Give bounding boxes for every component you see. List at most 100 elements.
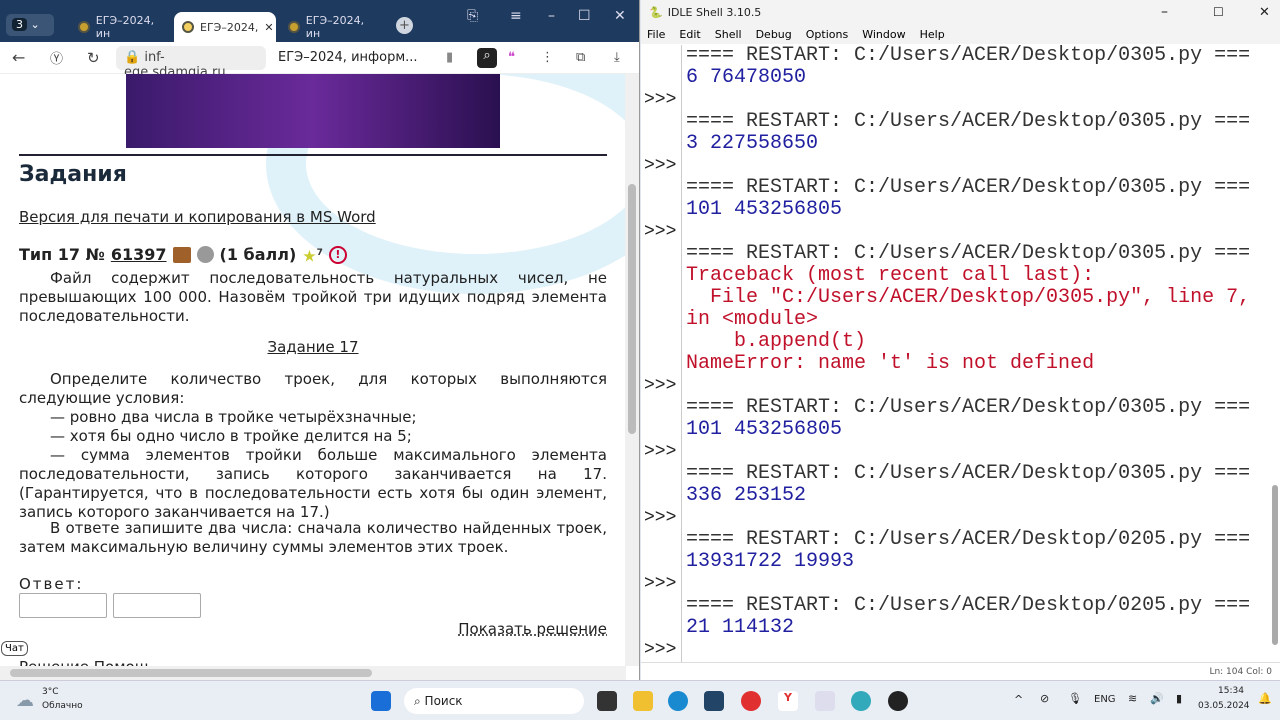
task-intro: Файл содержит последовательность натурал… (19, 269, 607, 325)
shell-line: ==== RESTART: C:/Users/ACER/Desktop/0305… (641, 397, 1269, 419)
download-icon[interactable]: ⤓ (614, 50, 620, 65)
new-tab-button[interactable]: + (396, 17, 413, 34)
clock-time[interactable]: 15:34 (1218, 686, 1244, 696)
task-condition: — хотя бы одно число в тройке делится на… (50, 427, 412, 445)
minimize-button[interactable]: – (1161, 4, 1168, 20)
menu-options[interactable]: Options (806, 28, 848, 41)
prompt: >>> (644, 442, 677, 462)
file-explorer-icon[interactable] (633, 691, 653, 711)
report-error-icon[interactable]: ! (328, 245, 347, 264)
vertical-scrollbar[interactable] (625, 74, 639, 666)
menu-debug[interactable]: Debug (756, 28, 792, 41)
back-icon[interactable]: ← (12, 48, 25, 67)
yandex-browser-icon[interactable] (741, 691, 761, 711)
shell-line: 101 453256805 (641, 419, 1269, 441)
globe-icon[interactable] (851, 691, 871, 711)
line-text: ==== RESTART: C:/Users/ACER/Desktop/0205… (686, 594, 1251, 617)
banner-image[interactable] (126, 74, 500, 148)
task-header: Тип 17 № 61397 (1 балл) ★7 ! (19, 244, 607, 265)
line-text: 21 114132 (686, 616, 795, 639)
shell-line: 13931722 19993 (641, 551, 1269, 573)
star-icon[interactable]: ★7 (302, 244, 323, 265)
shell-line: >>> (641, 155, 1269, 177)
horizontal-scrollbar[interactable] (0, 666, 626, 680)
shell-line: ==== RESTART: C:/Users/ACER/Desktop/0305… (641, 111, 1269, 133)
weather-cloud-icon[interactable]: ☁ (16, 690, 34, 711)
tray-chevron-icon[interactable]: ^ (1014, 693, 1023, 706)
notification-bell-icon[interactable]: 🔔 (1258, 692, 1272, 705)
shell-line: ==== RESTART: C:/Users/ACER/Desktop/0205… (641, 529, 1269, 551)
bookmark-icon[interactable]: ▮ (446, 50, 453, 65)
menu-file[interactable]: File (647, 28, 665, 41)
line-text: 101 453256805 (686, 198, 843, 221)
answer-field-2[interactable] (113, 593, 201, 618)
task-answer-instruction: В ответе запишите два числа: сначала кол… (19, 519, 607, 556)
answer-field-1[interactable] (19, 593, 107, 618)
scrollbar-thumb[interactable] (628, 184, 636, 434)
minimize-button[interactable]: – (548, 8, 555, 24)
close-button[interactable]: ✕ (1259, 5, 1270, 20)
prompt: >>> (644, 508, 677, 528)
maximize-button[interactable]: ☐ (578, 8, 591, 24)
scrollbar-thumb[interactable] (10, 669, 372, 677)
bookmarks-icon[interactable]: ⎘ (467, 8, 478, 24)
language-indicator[interactable]: ENG (1094, 694, 1116, 705)
show-solution-link[interactable]: Показать решение (19, 620, 607, 639)
task-view-icon[interactable] (597, 691, 617, 711)
title-bar: 🐍 IDLE Shell 3.10.5 – ☐ ✕ (641, 0, 1280, 24)
browser-window: 3 ⌄ ЕГЭ–2024, ин ЕГЭ–2024, ✕ ЕГЭ–2024, ин… (0, 0, 640, 680)
shell-line: b.append(t) (641, 331, 1269, 353)
close-button[interactable]: ✕ (614, 8, 626, 24)
page-content: Задания Версия для печати и копирования … (0, 74, 626, 666)
line-text: NameError: name 't' is not defined (686, 352, 1095, 375)
clock-date[interactable]: 03.05.2024 (1198, 701, 1250, 711)
tab-3[interactable]: ЕГЭ–2024, ин (280, 12, 380, 42)
wifi-icon[interactable]: ≋ (1128, 692, 1137, 705)
shell-output[interactable]: ==== RESTART: C:/Users/ACER/Desktop/0305… (641, 45, 1269, 662)
shell-line: >>> (641, 221, 1269, 243)
start-icon[interactable] (371, 691, 391, 711)
shell-line: 101 453256805 (641, 199, 1269, 221)
task-number-link[interactable]: 61397 (111, 245, 167, 264)
menu-help[interactable]: Help (920, 28, 945, 41)
store-icon[interactable] (704, 691, 724, 711)
tab-group-counter[interactable]: 3 ⌄ (6, 14, 54, 36)
python-idle-icon[interactable] (815, 691, 835, 711)
volume-icon[interactable]: 🔊 (1150, 692, 1164, 705)
menu-window[interactable]: Window (862, 28, 905, 41)
search-lens-icon[interactable]: ⌕ (477, 47, 497, 68)
menu-icon[interactable]: ≡ (510, 8, 522, 24)
shell-line: 3 227558650 (641, 133, 1269, 155)
battery-icon[interactable]: ▮ (1176, 692, 1182, 705)
close-tab-icon[interactable]: ✕ (264, 21, 273, 34)
yandex-icon[interactable]: Y (778, 691, 798, 711)
mic-icon[interactable]: 🎙 (1068, 692, 1082, 705)
tab-2-active[interactable]: ЕГЭ–2024, ✕ (174, 12, 276, 42)
alice-icon[interactable]: ❝ (508, 50, 515, 65)
line-text: in <module> (686, 308, 819, 331)
solution-tabs[interactable]: Решение Помощ (19, 658, 607, 666)
menu-shell[interactable]: Shell (715, 28, 742, 41)
search-box[interactable]: ⌕ Поиск (404, 688, 584, 714)
extensions-icon[interactable]: ⧉ (576, 50, 585, 65)
obs-icon[interactable] (888, 691, 908, 711)
chat-button[interactable]: Чат (1, 641, 28, 656)
briefcase-icon[interactable] (172, 246, 191, 263)
tab-1[interactable]: ЕГЭ–2024, ин (70, 12, 170, 42)
line-text: 13931722 19993 (686, 550, 855, 573)
yandex-icon[interactable]: Ⓨ (50, 48, 63, 67)
edge-icon[interactable] (668, 691, 688, 711)
address-bar: ← Ⓨ ↻ 🔒 inf-ege.sdamgia.ru ЕГЭ–2024, инф… (0, 42, 639, 80)
print-version-link[interactable]: Версия для печати и копирования в MS Wor… (19, 208, 607, 227)
maximize-button[interactable]: ☐ (1213, 5, 1224, 19)
task-17-link[interactable]: Задание 17 (19, 338, 607, 357)
network-off-icon[interactable]: ⊘ (1040, 692, 1049, 705)
reload-icon[interactable]: ↻ (87, 49, 100, 67)
url-field[interactable]: 🔒 inf-ege.sdamgia.ru (116, 45, 266, 80)
more-icon[interactable]: ⋮ (541, 50, 554, 65)
line-text: ==== RESTART: C:/Users/ACER/Desktop/0305… (686, 462, 1251, 485)
shell-line: ==== RESTART: C:/Users/ACER/Desktop/0305… (641, 463, 1269, 485)
idle-shell-window: 🐍 IDLE Shell 3.10.5 – ☐ ✕ File Edit Shel… (641, 0, 1280, 680)
menu-edit[interactable]: Edit (679, 28, 700, 41)
vertical-scrollbar[interactable] (1272, 485, 1278, 645)
